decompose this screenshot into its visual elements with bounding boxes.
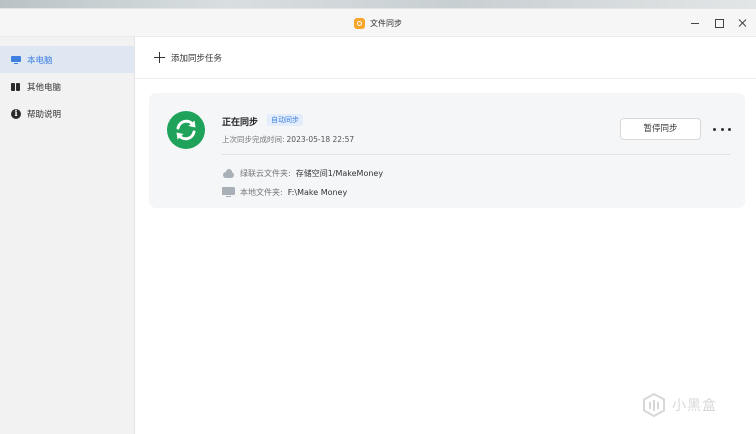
sidebar-item-label: 帮助说明 (27, 109, 62, 120)
last-sync-time: 2023-05-18 22:57 (286, 135, 355, 144)
monitor-icon (11, 55, 21, 65)
add-sync-task-button[interactable]: 添加同步任务 (171, 52, 222, 64)
info-icon (11, 108, 21, 119)
plus-icon[interactable] (154, 52, 165, 63)
local-folder-path: F:\Make Money (287, 187, 348, 197)
computer-icon (222, 186, 235, 198)
main-panel: 添加同步任务 正在同步 自动同步 上次同步完成时间: 2023-05-18 22:… (135, 37, 756, 434)
cloud-folder-label: 绿联云文件夹: (240, 168, 291, 178)
local-folder-label: 本地文件夹: (240, 187, 283, 197)
cloud-folder-row: 绿联云文件夹: 存储空间1/MakeMoney (222, 166, 383, 180)
sidebar-item-other-pcs[interactable]: 其他电脑 (0, 73, 134, 100)
cloud-folder-path: 存储空间1/MakeMoney (295, 168, 384, 178)
close-icon[interactable] (738, 18, 748, 28)
sidebar-item-this-pc[interactable]: 本电脑 (0, 46, 134, 73)
last-sync-info: 上次同步完成时间: 2023-05-18 22:57 (222, 134, 354, 145)
minimize-icon[interactable] (690, 18, 700, 28)
toolbar: 添加同步任务 (135, 37, 756, 79)
more-options-icon[interactable] (713, 123, 731, 135)
maximize-icon[interactable] (714, 18, 724, 28)
devices-icon (11, 82, 21, 92)
watermark: 小黑盒 (641, 392, 717, 418)
local-folder-row: 本地文件夹: F:\Make Money (222, 185, 347, 199)
sync-task-card: 正在同步 自动同步 上次同步完成时间: 2023-05-18 22:57 暂停同步… (149, 93, 745, 208)
window-title: 文件同步 (370, 18, 402, 28)
sidebar: 本电脑 其他电脑 帮助说明 (0, 37, 135, 434)
sync-mode-badge: 自动同步 (267, 114, 303, 126)
sidebar-item-label: 其他电脑 (27, 82, 62, 93)
title-group: 文件同步 (0, 9, 756, 37)
pause-sync-button[interactable]: 暂停同步 (620, 118, 701, 140)
sync-status-title: 正在同步 (222, 118, 259, 128)
watermark-logo-icon (643, 392, 665, 418)
sync-status-icon (167, 111, 205, 149)
app-logo-icon (354, 17, 365, 29)
divider (222, 154, 730, 155)
watermark-text: 小黑盒 (672, 398, 717, 414)
title-bar[interactable]: 文件同步 (0, 9, 756, 37)
sidebar-item-label: 本电脑 (27, 55, 53, 66)
window-controls (690, 9, 748, 37)
app-window: 文件同步 本电脑 其他电脑 帮助说明 添加同步任务 (0, 8, 756, 434)
last-sync-label: 上次同步完成时间: (222, 135, 285, 144)
cloud-icon (222, 168, 235, 178)
sidebar-item-help[interactable]: 帮助说明 (0, 100, 134, 127)
